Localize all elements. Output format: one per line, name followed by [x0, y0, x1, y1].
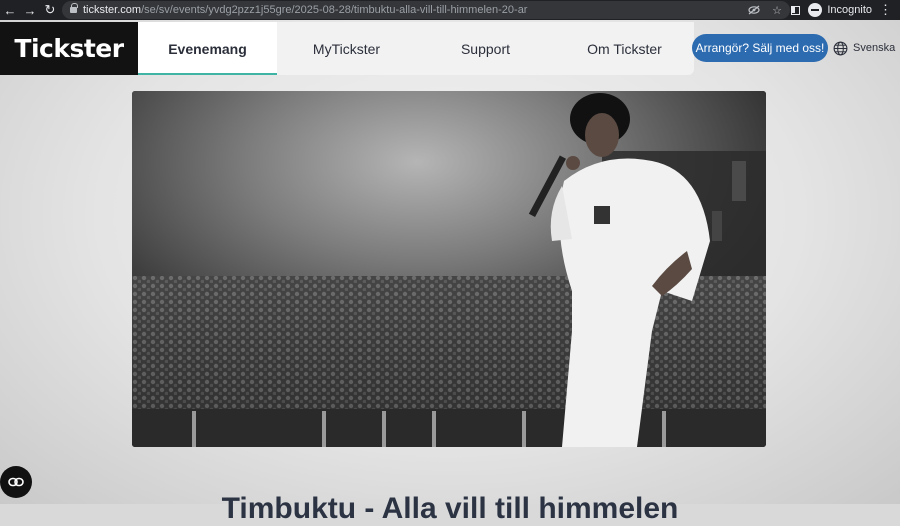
url-text[interactable]: tickster.com/se/sv/events/yvdg2pzz1j55gr…	[83, 4, 527, 16]
nav-tab-evenemang[interactable]: Evenemang	[138, 22, 277, 75]
floating-link-button[interactable]	[0, 466, 32, 498]
star-icon[interactable]: ☆	[772, 4, 782, 17]
nav-tab-om-tickster[interactable]: Om Tickster	[555, 22, 694, 75]
globe-icon	[833, 41, 848, 55]
link-icon	[8, 477, 24, 487]
incognito-icon	[808, 3, 823, 17]
event-hero-image	[132, 91, 766, 447]
nav-tab-support[interactable]: Support	[416, 22, 555, 75]
kebab-menu-icon[interactable]: ⋮	[879, 0, 892, 20]
language-selector[interactable]: Svenska	[833, 37, 895, 59]
eye-off-icon[interactable]	[748, 5, 760, 15]
profile-button[interactable]: Incognito	[808, 0, 872, 20]
concert-photo	[132, 91, 766, 447]
forward-arrow-icon[interactable]: →	[20, 0, 40, 20]
event-title: Timbuktu - Alla vill till himmelen	[221, 492, 679, 526]
nav-tab-mytickster[interactable]: MyTickster	[277, 22, 416, 75]
reload-icon[interactable]: ↻	[40, 0, 60, 20]
organizer-cta-button[interactable]: Arrangör? Sälj med oss!	[692, 34, 828, 62]
back-arrow-icon[interactable]: ←	[0, 0, 20, 20]
browser-toolbar: ← → ↻ tickster.com/se/sv/events/yvdg2pzz…	[0, 0, 900, 20]
language-label: Svenska	[853, 42, 896, 54]
page-content: Tickster Evenemang MyTickster Support Om…	[0, 20, 900, 525]
profile-label: Incognito	[827, 4, 872, 16]
side-panel-icon[interactable]	[791, 0, 800, 20]
lock-icon[interactable]	[70, 3, 78, 14]
main-navigation: Evenemang MyTickster Support Om Tickster	[138, 22, 694, 75]
address-bar[interactable]: tickster.com/se/sv/events/yvdg2pzz1j55gr…	[62, 1, 790, 19]
tickster-logo[interactable]: Tickster	[0, 22, 138, 75]
